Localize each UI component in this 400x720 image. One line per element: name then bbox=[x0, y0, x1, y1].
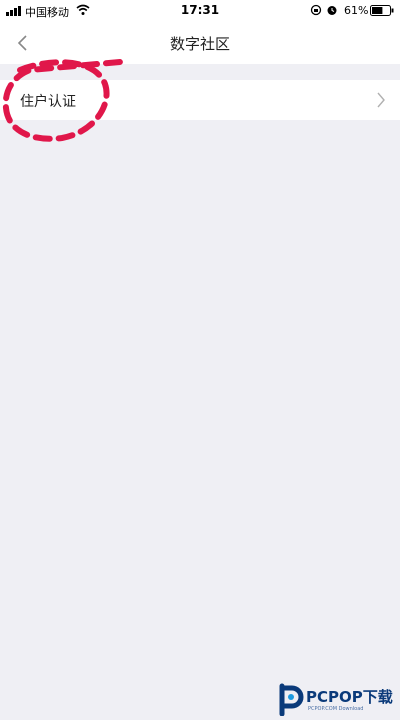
status-bar: 中国移动 17:31 61% bbox=[0, 0, 400, 22]
alarm-icon bbox=[327, 6, 337, 15]
lock-rotation-icon bbox=[310, 4, 322, 16]
battery-percent: 61% bbox=[344, 4, 369, 17]
page-title: 数字社区 bbox=[169, 35, 230, 53]
pcpop-logo-icon bbox=[279, 683, 304, 716]
chevron-right-icon bbox=[377, 92, 385, 108]
battery-icon bbox=[370, 5, 394, 16]
watermark: PCPOP下载 PCPOP.COM Download bbox=[276, 682, 400, 716]
nav-bar: 数字社区 bbox=[0, 22, 400, 64]
watermark-subtitle: PCPOP.COM Download bbox=[308, 706, 364, 712]
clock-time: 17:31 bbox=[180, 3, 220, 17]
list-item-resident-verification[interactable]: 住户认证 bbox=[0, 80, 400, 120]
list-item-label: 住户认证 bbox=[20, 94, 76, 110]
screen: 中国移动 17:31 61% 数字社区 住户认证 PCPOP下载 PCPOP.C… bbox=[0, 0, 400, 720]
watermark-brand: PCPOP下载 bbox=[306, 688, 393, 706]
